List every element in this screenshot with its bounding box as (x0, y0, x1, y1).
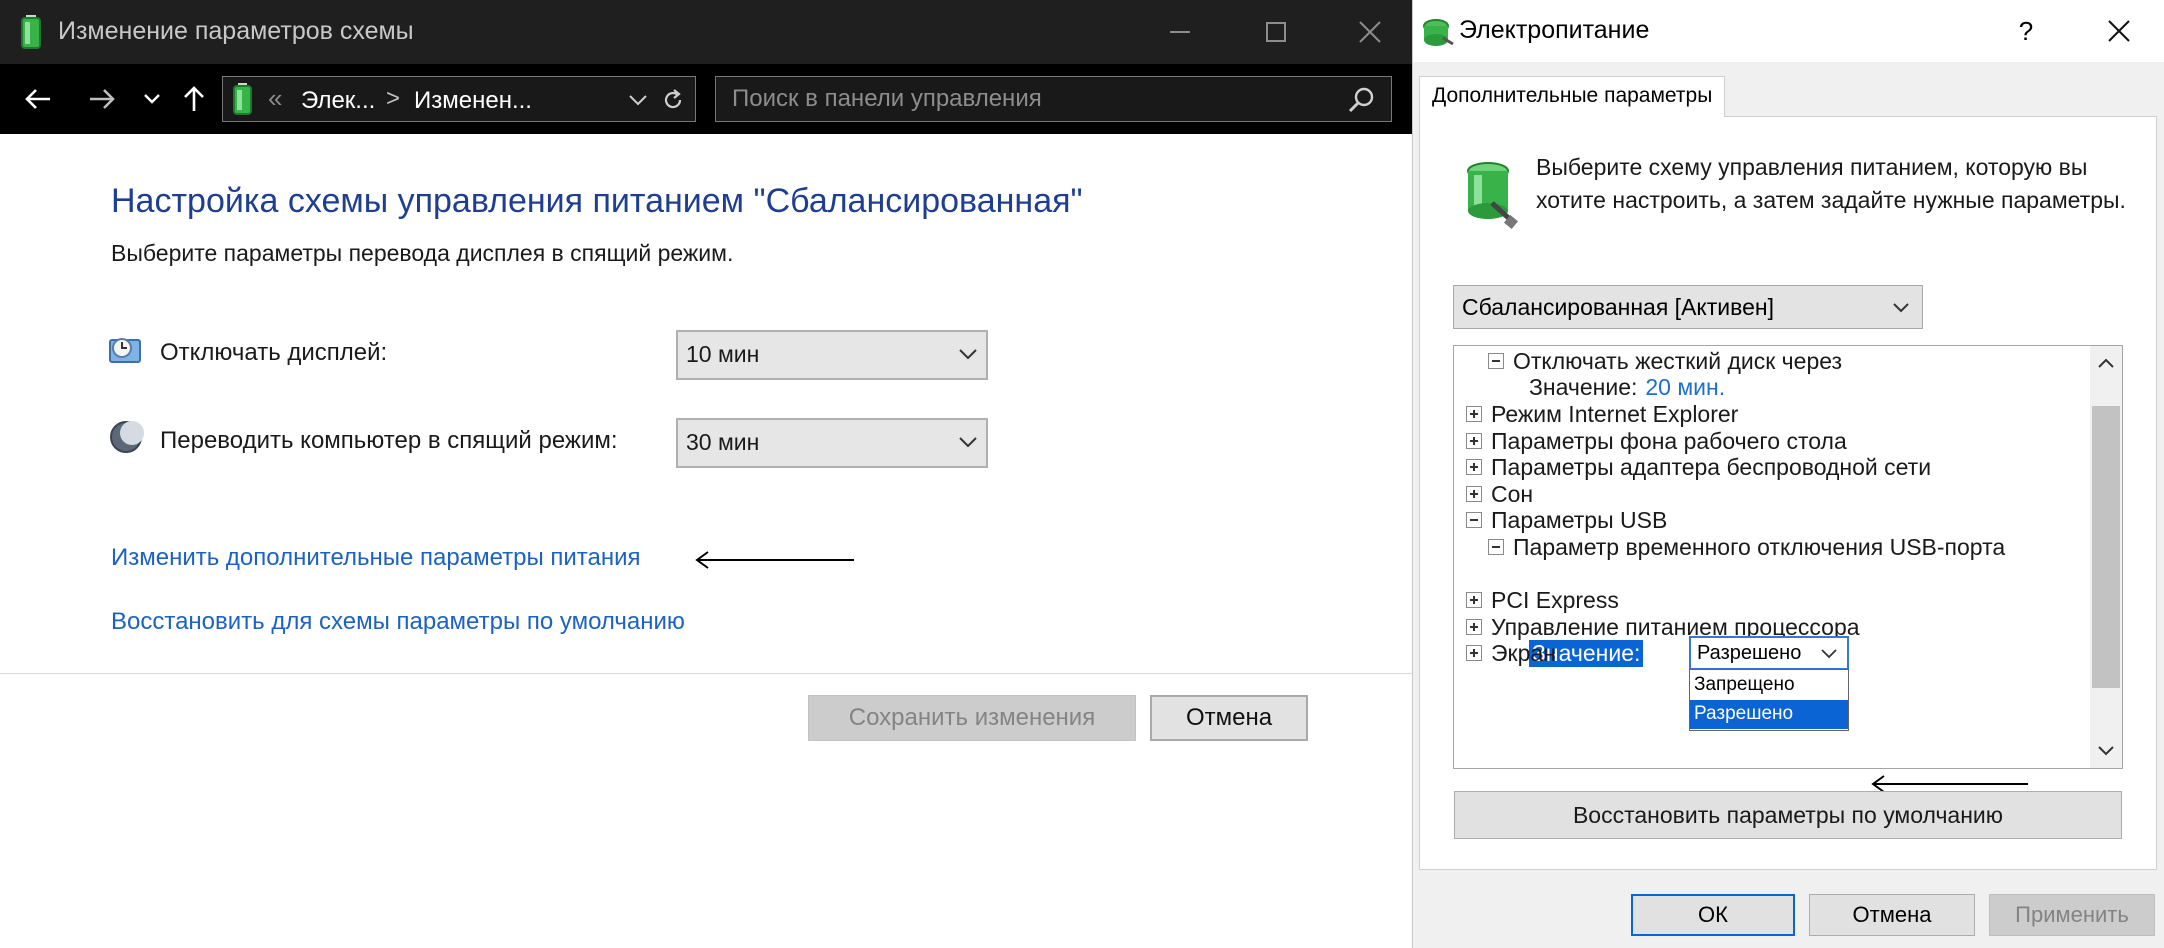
forward-button[interactable] (80, 77, 124, 121)
expand-icon[interactable] (1466, 619, 1482, 635)
option-disabled[interactable]: Запрещено (1690, 671, 1848, 700)
scroll-thumb[interactable] (2092, 406, 2120, 688)
expand-icon[interactable] (1466, 486, 1482, 502)
minimize-icon (1170, 31, 1190, 33)
restore-defaults-button[interactable]: Восстановить параметры по умолчанию (1454, 791, 2122, 839)
apply-button[interactable]: Применить (1989, 894, 2155, 936)
dialog-description: Выберите схему управления питанием, кото… (1536, 154, 2126, 213)
arrow-left-icon (25, 89, 50, 109)
display-off-value: 10 мин (686, 341, 760, 367)
cancel-button[interactable]: Отмена (1150, 695, 1308, 741)
back-button[interactable] (16, 77, 60, 121)
cancel-button[interactable]: Отмена (1809, 894, 1975, 936)
usb-suspend-value: Разрешено (1697, 642, 1802, 664)
ok-button[interactable]: ОК (1631, 894, 1795, 936)
tab-panel: Выберите схему управления питанием, кото… (1419, 116, 2157, 870)
display-off-label: Отключать дисплей: (160, 339, 388, 366)
collapse-icon[interactable] (1466, 512, 1482, 528)
power-battery-icon (230, 82, 256, 116)
tree-item-label: Параметр временного отключения USB-порта (1513, 533, 2006, 560)
chevron-up-icon (2098, 358, 2114, 368)
save-button[interactable]: Сохранить изменения (808, 695, 1136, 741)
expand-icon[interactable] (1466, 592, 1482, 608)
dialog-title-bar[interactable]: Электропитание ? (1413, 0, 2164, 62)
page-subtitle: Выберите параметры перевода дисплея в сп… (111, 240, 734, 266)
divider (0, 673, 1412, 674)
expand-icon[interactable] (1466, 645, 1482, 661)
moon-icon (108, 419, 144, 455)
address-history-button[interactable] (623, 87, 653, 113)
collapse-icon[interactable] (1488, 539, 1504, 555)
expand-icon[interactable] (1466, 433, 1482, 449)
restore-defaults-link[interactable]: Восстановить для схемы параметры по умол… (111, 608, 685, 636)
address-bar[interactable]: « Элек... > Изменен... (222, 76, 696, 122)
chevron-down-icon (1893, 303, 1909, 313)
sleep-label: Переводить компьютер в спящий режим: (160, 427, 618, 454)
close-button[interactable] (1322, 0, 1418, 64)
dialog-title: Электропитание (1459, 16, 1650, 44)
change-advanced-settings-link[interactable]: Изменить дополнительные параметры питани… (111, 544, 641, 572)
annotation-arrow-icon (694, 548, 856, 572)
power-options-icon (1421, 14, 1455, 48)
collapse-icon[interactable] (1488, 353, 1504, 369)
chevron-down-icon (1821, 649, 1837, 659)
expand-icon[interactable] (1466, 406, 1482, 422)
close-icon (2108, 20, 2130, 42)
up-button[interactable] (172, 77, 216, 121)
chevron-down-icon (629, 94, 647, 105)
address-overflow-chevron[interactable]: « (268, 83, 282, 114)
usb-suspend-value-select[interactable]: Разрешено (1689, 636, 1849, 670)
close-icon (1359, 21, 1381, 43)
title-bar[interactable]: Изменение параметров схемы (0, 0, 1412, 64)
power-plan-value: Сбалансированная [Активен] (1462, 294, 1774, 320)
power-battery-icon (17, 14, 47, 50)
chevron-down-icon (959, 349, 977, 360)
search-input[interactable] (716, 77, 1336, 121)
tree-item-usb-suspend[interactable]: Параметр временного отключения USB-порта (1488, 530, 2005, 564)
settings-tree[interactable]: Отключать жесткий диск через Значение: 2… (1453, 345, 2123, 769)
navigation-bar: « Элек... > Изменен... (0, 64, 1412, 134)
maximize-icon (1266, 22, 1286, 42)
scroll-up-button[interactable] (2090, 346, 2122, 380)
tree-item-label: Параметры адаптера беспроводной сети (1491, 453, 1932, 480)
tree-item-wireless-adapter[interactable]: Параметры адаптера беспроводной сети (1466, 450, 1931, 484)
search-box (715, 76, 1392, 122)
close-button[interactable] (2093, 10, 2145, 52)
window-title: Изменение параметров схемы (58, 17, 414, 45)
power-plug-battery-icon (1460, 157, 1520, 231)
scroll-down-button[interactable] (2090, 734, 2122, 768)
control-panel-window: Изменение параметров схемы « Элек... > И… (0, 0, 1412, 948)
main-content: Настройка схемы управления питанием "Сба… (0, 134, 1412, 948)
tree-scrollbar[interactable] (2090, 346, 2122, 768)
maximize-button[interactable] (1228, 0, 1324, 64)
chevron-down-icon (2098, 746, 2114, 756)
recent-locations-button[interactable] (134, 77, 170, 121)
breadcrumb-separator[interactable]: > (386, 85, 400, 113)
arrow-up-icon (184, 86, 204, 111)
power-plan-select[interactable]: Сбалансированная [Активен] (1453, 285, 1923, 329)
tree-item-label: Экран (1491, 639, 1556, 666)
power-options-dialog: Электропитание ? Дополнительные параметр… (1412, 0, 2164, 948)
arrow-right-icon (90, 89, 115, 109)
chevron-down-icon (959, 437, 977, 448)
display-clock-icon (108, 332, 144, 368)
help-button[interactable]: ? (2001, 12, 2051, 50)
option-enabled[interactable]: Разрешено (1690, 700, 1848, 729)
display-off-select[interactable]: 10 мин (676, 330, 988, 380)
search-icon[interactable] (1348, 86, 1376, 114)
sleep-value: 30 мин (686, 429, 760, 455)
tree-item-display[interactable]: Экран (1466, 636, 1556, 670)
minimize-button[interactable] (1132, 0, 1228, 64)
refresh-icon (664, 89, 682, 109)
breadcrumb-edit-plan[interactable]: Изменен... (414, 87, 532, 115)
expand-icon[interactable] (1466, 459, 1482, 475)
refresh-button[interactable] (657, 85, 689, 115)
usb-suspend-options-list: Запрещено Разрешено (1689, 669, 1849, 731)
sleep-select[interactable]: 30 мин (676, 418, 988, 468)
breadcrumb-power[interactable]: Элек... (301, 87, 375, 115)
chevron-down-icon (144, 94, 160, 104)
page-title: Настройка схемы управления питанием "Сба… (111, 182, 1083, 220)
tab-advanced-settings[interactable]: Дополнительные параметры (1419, 76, 1726, 117)
